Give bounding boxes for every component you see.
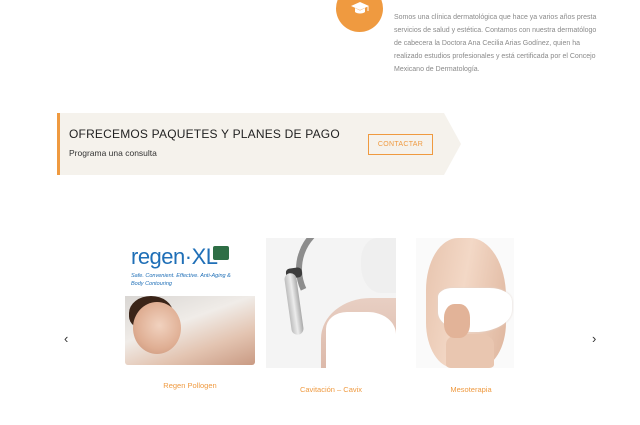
banner-subtitle: Programa una consulta <box>69 148 157 158</box>
model-hand <box>444 304 470 338</box>
model-leg <box>446 334 494 368</box>
pollogen-badge-icon <box>213 246 229 260</box>
banner-arrow <box>444 113 461 175</box>
woman-face <box>133 302 181 354</box>
regen-tagline: Safe. Convenient. Effective. Anti-Aging … <box>131 273 231 287</box>
regen-pollogen-link[interactable]: Regen Pollogen <box>125 381 255 390</box>
towel <box>326 312 396 368</box>
cavitacion-link[interactable]: Cavitación – Cavix <box>266 385 396 394</box>
regen-xl-logo: regen·XL <box>131 244 218 269</box>
carousel-next-button[interactable]: › <box>592 332 596 345</box>
therapist-arm <box>361 238 396 293</box>
clinic-description: Somos una clínica dermatológica que hace… <box>394 14 597 73</box>
contact-button[interactable]: CONTACTAR <box>368 134 433 155</box>
graduation-cap-icon <box>336 0 383 32</box>
mesoterapia-image[interactable] <box>416 238 514 368</box>
cavitacion-image[interactable] <box>266 238 396 368</box>
carousel-prev-button[interactable]: ‹ <box>64 332 68 345</box>
regen-pollogen-image[interactable]: regen·XL Safe. Convenient. Effective. An… <box>125 238 255 365</box>
banner-title: OFRECEMOS PAQUETES Y PLANES DE PAGO <box>69 127 340 141</box>
mesoterapia-link[interactable]: Mesoterapia <box>416 385 526 394</box>
